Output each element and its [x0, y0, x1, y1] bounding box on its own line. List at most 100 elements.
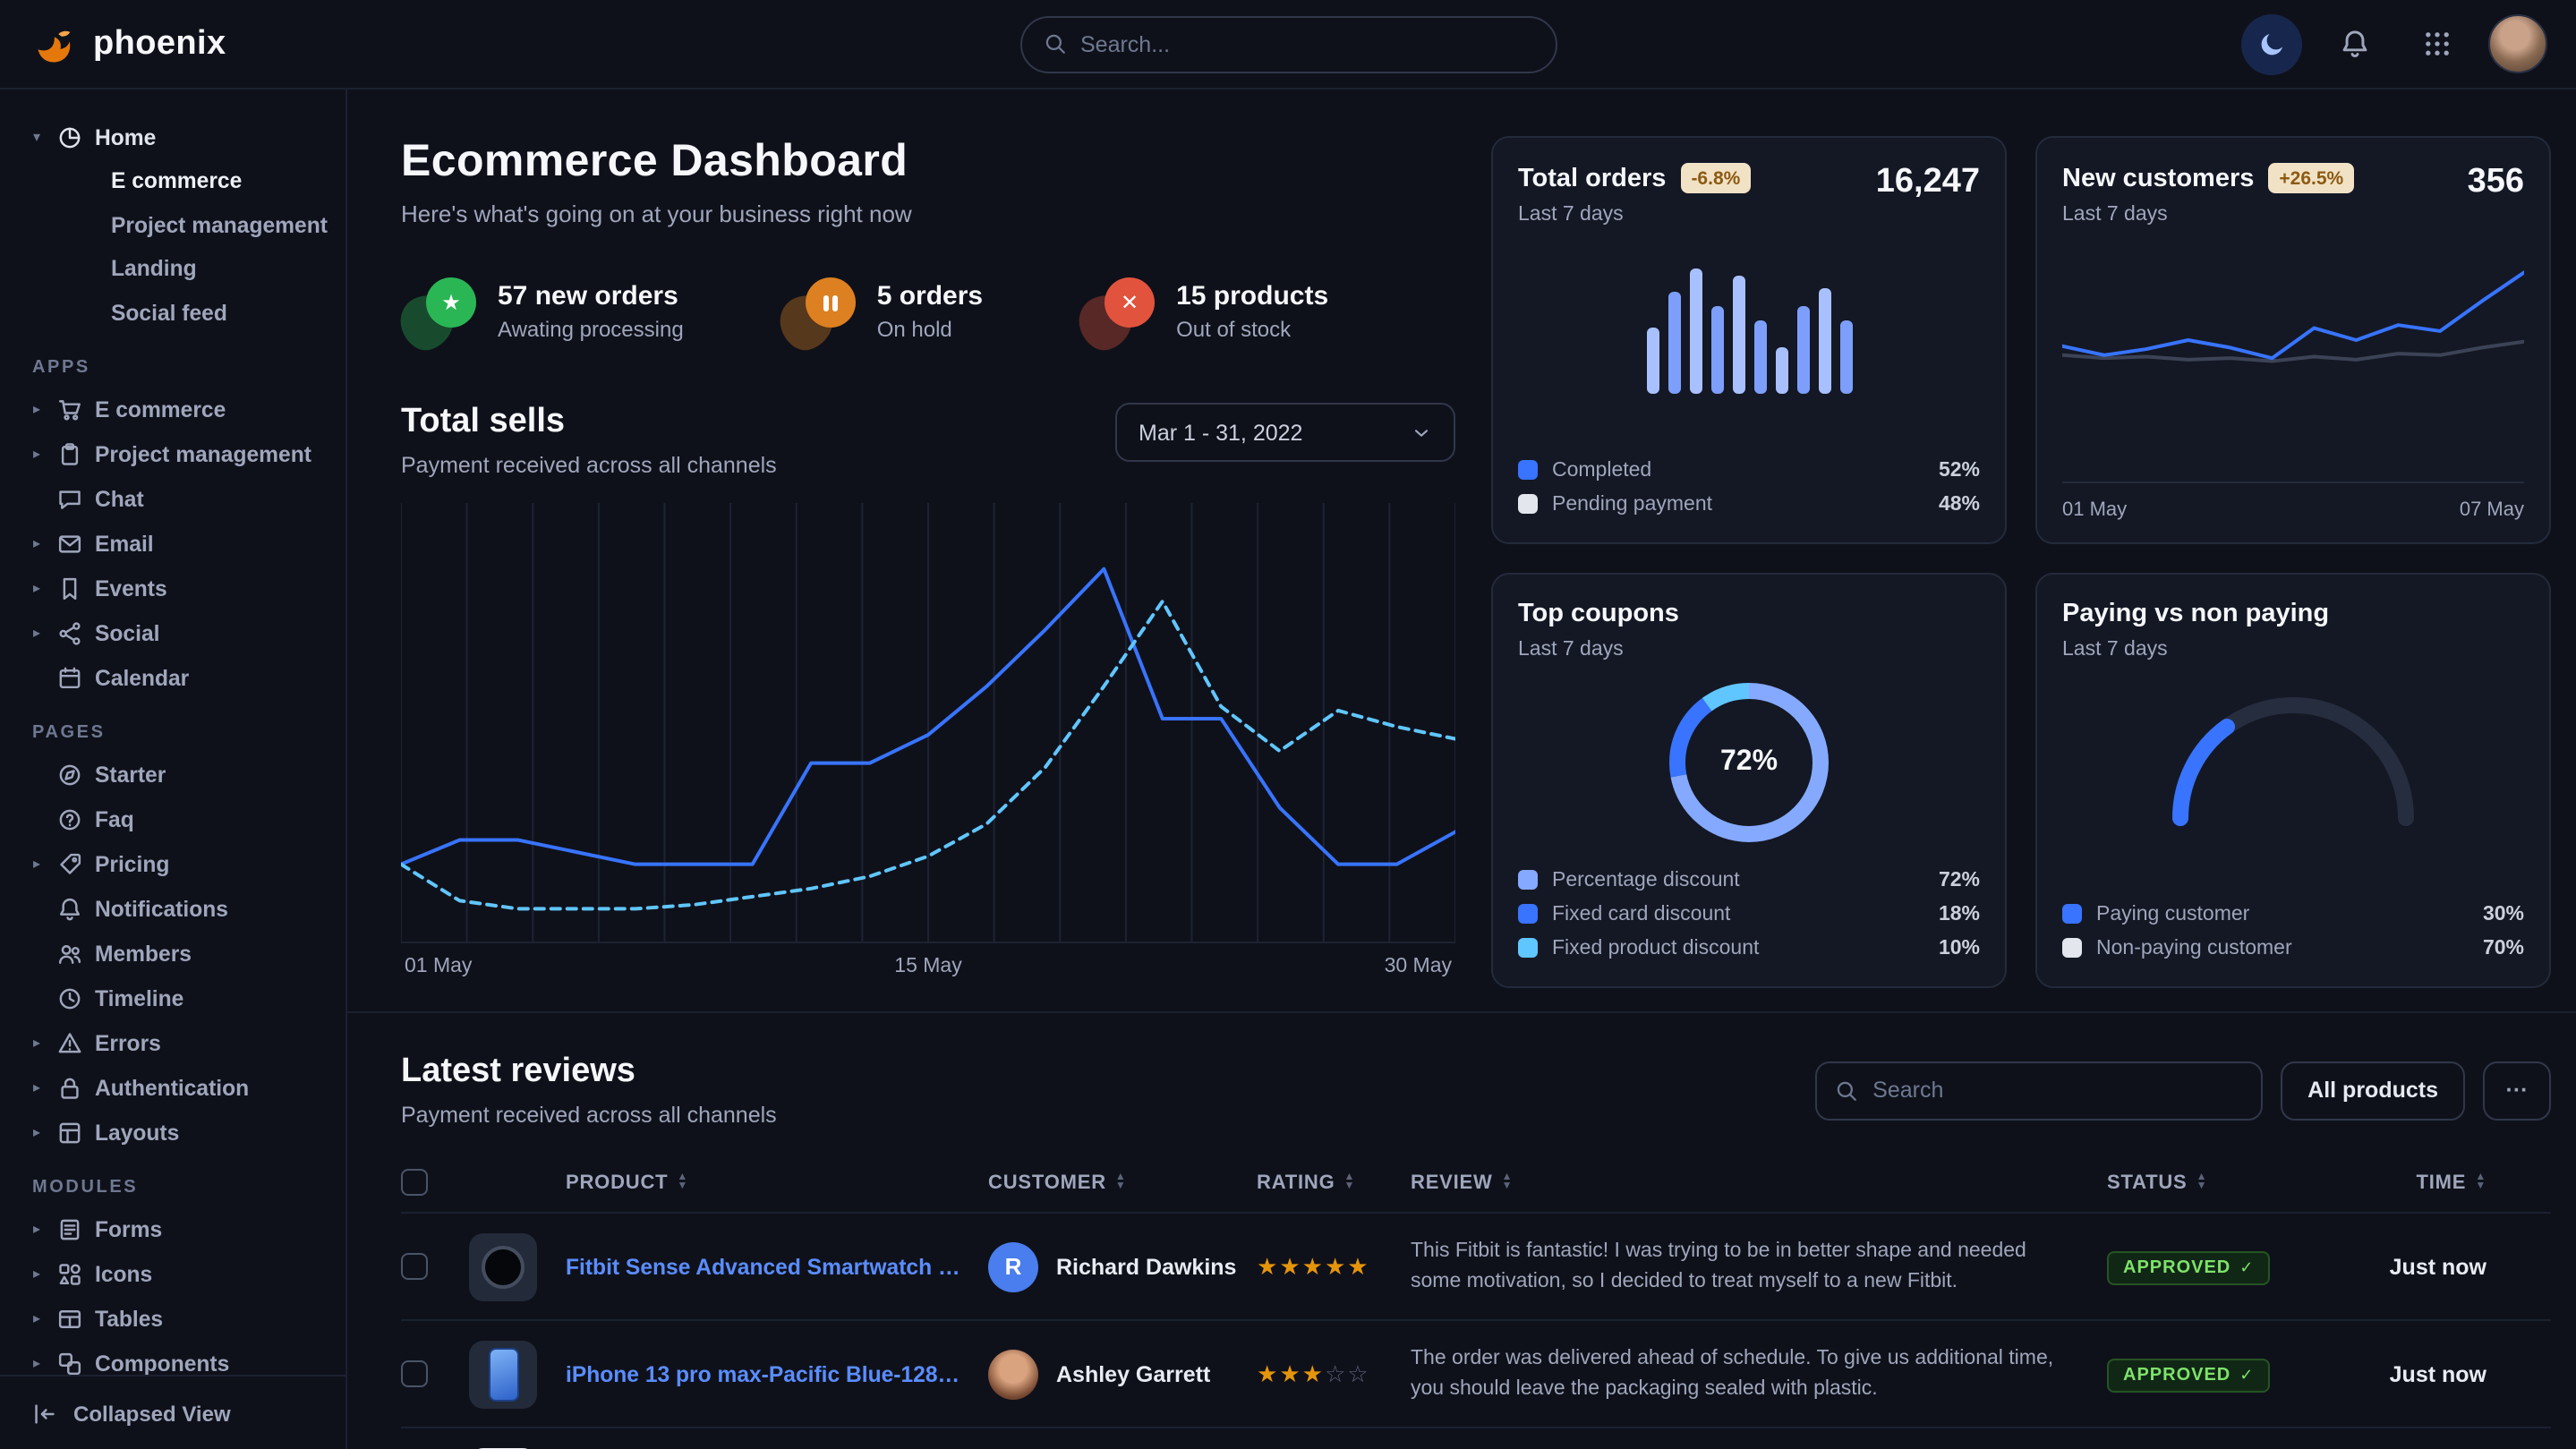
sidebar-subitem-project-management[interactable]: Project management — [18, 203, 328, 247]
notifications-button[interactable] — [2324, 13, 2384, 74]
pie-chart-icon — [57, 124, 82, 149]
caret-icon: ▸ — [29, 535, 45, 551]
watch-face — [482, 1245, 525, 1288]
sidebar-item-tables[interactable]: ▸Tables — [18, 1296, 328, 1341]
sidebar-item-notifications[interactable]: Notifications — [18, 886, 328, 931]
product-link[interactable]: Fitbit Sense Advanced Smartwatch with To… — [566, 1254, 988, 1279]
top-coupons-legend: Percentage discount72%Fixed card discoun… — [1518, 863, 1980, 965]
column-header-status[interactable]: STATUS▲▼ — [2107, 1172, 2325, 1193]
column-header-customer[interactable]: CUSTOMER▲▼ — [988, 1172, 1257, 1193]
sidebar-item-layouts[interactable]: ▸ Layouts — [18, 1110, 328, 1155]
user-avatar[interactable] — [2488, 14, 2547, 73]
global-search-input[interactable] — [1080, 31, 1533, 56]
bar — [1668, 291, 1680, 394]
sidebar-item-label: Home — [95, 124, 156, 149]
row-checkbox[interactable] — [401, 1253, 428, 1280]
reviews-search-input[interactable] — [1872, 1078, 2243, 1103]
theme-toggle-button[interactable] — [2241, 13, 2302, 74]
sidebar-subitem-e-commerce[interactable]: E commerce — [18, 159, 328, 203]
star-icon: ★ — [1325, 1252, 1347, 1279]
bar — [1753, 320, 1766, 394]
sidebar-item-calendar[interactable]: Calendar — [18, 655, 328, 700]
sidebar-item-components[interactable]: ▸Components — [18, 1341, 328, 1375]
legend-value: 72% — [1939, 869, 1980, 891]
sidebar-item-project-management[interactable]: ▸Project management — [18, 431, 328, 476]
sidebar-item-members[interactable]: Members — [18, 931, 328, 976]
column-header-time[interactable]: TIME▲▼ — [2325, 1172, 2486, 1193]
top-coupons-donut-chart: 72% — [1661, 675, 1837, 850]
sidebar-item-faq[interactable]: Faq — [18, 797, 328, 841]
question-icon — [57, 806, 82, 831]
sidebar-item-chat[interactable]: Chat — [18, 476, 328, 521]
legend-label: Completed — [1552, 459, 1651, 481]
bar — [1839, 320, 1852, 394]
reviews-search-icon-slot — [1835, 1078, 1858, 1102]
sidebar-subitem-label: Social feed — [111, 301, 227, 326]
row-checkbox[interactable] — [401, 1360, 428, 1387]
page-subtitle: Here's what's going on at your business … — [401, 200, 1455, 227]
column-header-rating[interactable]: RATING▲▼ — [1257, 1172, 1411, 1193]
column-header-product[interactable]: PRODUCT▲▼ — [566, 1172, 988, 1193]
sidebar-subitem-label: E commerce — [111, 169, 242, 194]
global-search[interactable] — [1019, 15, 1557, 72]
sort-icon: ▲▼ — [1502, 1174, 1514, 1190]
sidebar-item-label: Calendar — [95, 665, 189, 690]
table-row — [401, 1428, 2551, 1449]
more-options-button[interactable]: ··· — [2483, 1061, 2551, 1120]
sidebar-item-authentication[interactable]: ▸Authentication — [18, 1065, 328, 1110]
new-customers-value: 356 — [2468, 163, 2524, 202]
users-icon — [57, 941, 82, 966]
sidebar-item-icons[interactable]: ▸Icons — [18, 1251, 328, 1296]
legend-value: 48% — [1939, 493, 1980, 515]
customer-avatar — [988, 1349, 1038, 1399]
sidebar-section-label-modules: MODULES — [32, 1178, 328, 1198]
brand-name: phoenix — [93, 24, 226, 64]
sidebar-item-label: Forms — [95, 1216, 162, 1241]
sidebar-item-timeline[interactable]: Timeline — [18, 976, 328, 1020]
bar — [1646, 328, 1659, 394]
sidebar-item-events[interactable]: ▸Events — [18, 566, 328, 610]
total-sells-x-labels: 01 May15 May30 May — [401, 956, 1455, 977]
sort-icon: ▲▼ — [2196, 1174, 2208, 1190]
column-header-review[interactable]: REVIEW▲▼ — [1411, 1172, 2107, 1193]
product-link[interactable]: iPhone 13 pro max-Pacific Blue-128GB sto… — [566, 1361, 988, 1386]
brand[interactable]: phoenix — [32, 21, 347, 67]
collapse-view-button[interactable]: Collapsed View — [0, 1375, 345, 1449]
sidebar-item-label: Layouts — [95, 1120, 179, 1145]
legend-item-percentage-discount: Percentage discount72% — [1518, 863, 1980, 897]
sidebar-item-social[interactable]: ▸Social — [18, 610, 328, 655]
date-range-select[interactable]: Mar 1 - 31, 2022 — [1115, 403, 1455, 462]
legend-swatch — [1518, 870, 1538, 890]
apps-menu-button[interactable] — [2406, 13, 2467, 74]
select-all-checkbox[interactable] — [401, 1169, 428, 1196]
top-coupons-title: Top coupons — [1518, 600, 1679, 628]
sidebar-item-label: Timeline — [95, 985, 183, 1010]
caret-icon: ▸ — [29, 1355, 45, 1371]
sidebar-item-label: Notifications — [95, 896, 228, 921]
sidebar-item-email[interactable]: ▸Email — [18, 521, 328, 566]
caret-icon: ▸ — [29, 1124, 45, 1140]
sidebar-subitem-landing[interactable]: Landing — [18, 247, 328, 291]
new-customers-period: Last 7 days — [2062, 204, 2354, 226]
sidebar-item-label: Authentication — [95, 1075, 249, 1100]
bookmark-icon — [57, 575, 82, 601]
sidebar-subitem-social-feed[interactable]: Social feed — [18, 291, 328, 335]
all-products-button[interactable]: All products — [2281, 1061, 2465, 1120]
sidebar-item-home[interactable]: ▾Home — [18, 115, 328, 159]
total-orders-period: Last 7 days — [1518, 204, 1751, 226]
bell-icon — [2339, 29, 2369, 59]
sidebar-item-e-commerce[interactable]: ▸E commerce — [18, 387, 328, 431]
clipboard-icon — [57, 441, 82, 466]
sidebar-item-starter[interactable]: Starter — [18, 752, 328, 797]
sidebar-item-forms[interactable]: ▸Forms — [18, 1206, 328, 1251]
total-orders-value: 16,247 — [1876, 163, 1980, 202]
sidebar-item-label: Pricing — [95, 851, 169, 876]
new-customers-chart — [2062, 243, 2524, 430]
sidebar-item-errors[interactable]: ▸Errors — [18, 1020, 328, 1065]
bar — [1689, 269, 1702, 394]
reviews-search[interactable] — [1815, 1061, 2263, 1120]
sidebar-item-label: Faq — [95, 806, 134, 831]
sidebar-item-pricing[interactable]: ▸Pricing — [18, 841, 328, 886]
sidebar-item-label: Project management — [95, 441, 311, 466]
caret-icon: ▸ — [29, 1035, 45, 1051]
